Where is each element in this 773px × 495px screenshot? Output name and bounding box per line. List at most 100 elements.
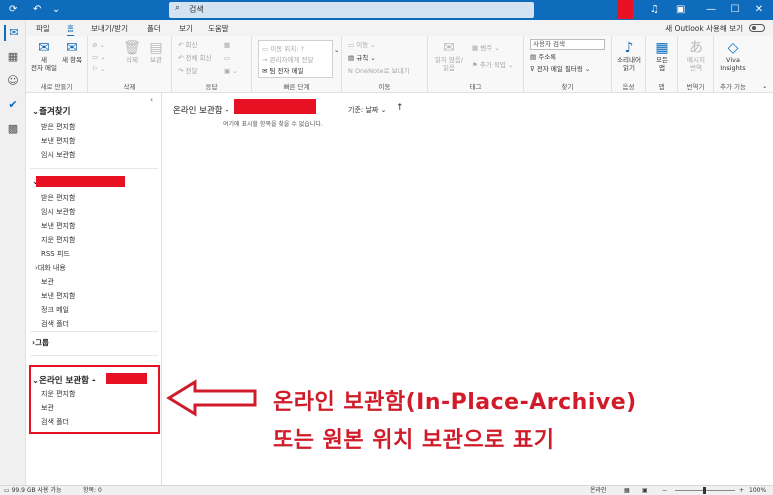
calendar-icon[interactable]: ▦ <box>4 49 22 65</box>
zoom-out-icon[interactable]: − <box>662 486 667 495</box>
zoom-slider-thumb[interactable] <box>703 487 706 494</box>
status-bar: ▭ 99.9 GB 사용 가능 항목: 0 온라인 ▦ ▣ − + 100% <box>0 485 773 495</box>
qs-move-to[interactable]: ▭ 이동 위치: ? <box>262 43 304 53</box>
reply-button[interactable]: ↶ 회신 <box>178 41 197 50</box>
rules-button[interactable]: ▤ 규칙 ⌄ <box>348 54 376 63</box>
normal-view-icon[interactable]: ▦ <box>624 486 630 495</box>
ribbon-collapse-icon[interactable]: ⌄ <box>762 82 767 91</box>
folder-deleted[interactable]: 지운 편지함 <box>41 235 75 245</box>
tab-send-receive[interactable]: 보내기/받기 <box>91 23 128 34</box>
favorites-header-label: 즐겨찾기 <box>39 107 71 117</box>
filter-email-label: 전자 메일 필터링 <box>536 65 583 73</box>
onenote-button[interactable]: N OneNote로 보내기 <box>348 67 410 76</box>
ribbon-group-find: 사용자 검색 ▤ 주소록 ⊽ 전자 메일 필터링 ⌄ 찾기 <box>524 36 612 93</box>
new-outlook-label: 새 Outlook 사용해 보기 <box>665 24 743 33</box>
sort-direction-icon[interactable]: ↑ <box>396 103 404 113</box>
maximize-button[interactable]: ☐ <box>724 1 746 19</box>
filter-email-button[interactable]: ⊽ 전자 메일 필터링 ⌄ <box>530 65 590 74</box>
folder-rss[interactable]: RSS 피드 <box>41 249 70 259</box>
sort-dropdown[interactable]: 기준: 날짜 ⌄ <box>348 105 386 115</box>
apps-icon[interactable]: ▩ <box>4 121 22 137</box>
viva-insights-button[interactable]: ◇ Viva Insights <box>716 40 750 72</box>
tab-view[interactable]: 보기 <box>179 23 193 34</box>
speaker-icon: ♪ <box>624 40 634 56</box>
folder-favorites-inbox[interactable]: 받은 편지함 <box>41 122 75 132</box>
search-input[interactable]: ⌕ 검색 <box>169 2 534 18</box>
zoom-in-icon[interactable]: + <box>739 486 744 495</box>
quick-access-dropdown-icon[interactable]: ⌄ <box>52 3 60 17</box>
address-book-button[interactable]: ▤ 주소록 <box>530 53 556 62</box>
tab-folder[interactable]: 폴더 <box>147 23 161 34</box>
junk-icon[interactable]: ⚐ ⌄ <box>92 65 105 74</box>
coming-soon-icon[interactable]: ▣ <box>676 3 685 17</box>
all-apps-label: 모든 앱 <box>656 56 668 72</box>
unread-read-button[interactable]: ✉ 읽지 않음/ 읽음 <box>430 40 468 72</box>
minimize-button[interactable]: — <box>700 1 722 19</box>
all-apps-button[interactable]: ▦ 모든 앱 <box>648 40 676 72</box>
followup-button[interactable]: ⚑ 추가 작업 ⌄ <box>472 61 513 70</box>
tab-home[interactable]: 홈 <box>67 23 74 36</box>
ribbon-group-voice: ♪ 소리내어 읽기 음성 <box>612 36 646 93</box>
folder-search-folders[interactable]: 검색 폴더 <box>41 319 69 329</box>
archive-button[interactable]: ▤ 보관 <box>144 40 168 64</box>
folder-inbox[interactable]: 받은 편지함 <box>41 193 75 203</box>
folder-junk[interactable]: 정크 메일 <box>41 305 69 315</box>
reply-all-button[interactable]: ↶ 전체 회신 <box>178 54 212 63</box>
group-label-quick-steps: 빠른 단계 <box>283 83 310 91</box>
todo-icon[interactable]: ✔ <box>4 97 22 113</box>
meeting-icon[interactable]: ▦ <box>224 41 230 50</box>
translate-button[interactable]: あ 메시지 번역 <box>680 40 712 72</box>
envelope-icon: ✉ <box>38 40 50 56</box>
search-people-input[interactable]: 사용자 검색 <box>530 39 605 50</box>
new-items-button[interactable]: ✉ 새 항목 <box>58 40 86 64</box>
read-aloud-label: 소리내어 읽기 <box>617 56 641 72</box>
read-aloud-button[interactable]: ♪ 소리내어 읽기 <box>614 40 644 72</box>
group-label-move: 이동 <box>378 83 391 91</box>
move-button[interactable]: ▭ 이동 ⌄ <box>348 41 376 50</box>
reply-all-label: 전체 회신 <box>185 54 212 62</box>
forward-button[interactable]: ↷ 전달 <box>178 67 197 76</box>
ignore-icon[interactable]: ⊘ ⌄ <box>92 41 105 50</box>
reading-view-icon[interactable]: ▣ <box>642 486 648 495</box>
ribbon-group-delete: ⊘ ⌄ ▭ ⌄ ⚐ ⌄ 🗑 삭제 ▤ 보관 삭제 <box>88 36 172 93</box>
tab-file[interactable]: 파일 <box>36 23 50 34</box>
new-items-label: 새 항목 <box>61 56 82 64</box>
divider <box>30 355 158 356</box>
folder-favorites-sent[interactable]: 보낸 편지함 <box>41 136 75 146</box>
zoom-level[interactable]: 100% <box>749 486 766 495</box>
group-label-respond: 응답 <box>205 83 218 91</box>
sync-icon[interactable]: ⟳ <box>9 3 17 17</box>
group-label-voice: 음성 <box>622 83 635 91</box>
list-title: 온라인 보관함 - <box>173 106 229 116</box>
search-placeholder: 검색 <box>189 5 204 14</box>
new-outlook-toggle[interactable] <box>749 24 765 32</box>
quick-steps-scroll-icon[interactable]: ⌄ <box>334 46 339 55</box>
folder-sent[interactable]: 보낸 편지함 <box>41 221 75 231</box>
cleanup-icon[interactable]: ▭ ⌄ <box>92 53 106 62</box>
mail-icon[interactable]: ✉ <box>4 25 22 41</box>
delete-button[interactable]: 🗑 삭제 <box>120 40 144 64</box>
qs-to-manager[interactable]: → 관리자에게 전달 <box>262 54 313 64</box>
qs-team-email[interactable]: ✉ 팀 전자 메일 <box>262 65 304 75</box>
ribbon-tabs: 파일 홈 보내기/받기 폴더 보기 도움말 새 Outlook 사용해 보기 <box>0 20 773 36</box>
im-icon[interactable]: ▭ <box>224 54 230 63</box>
undo-icon[interactable]: ↶ <box>33 3 41 17</box>
people-icon[interactable]: ☺ <box>4 73 22 89</box>
new-email-button[interactable]: ✉ 새 전자 메일 <box>30 40 58 72</box>
tab-help[interactable]: 도움말 <box>208 23 229 34</box>
categorize-button[interactable]: ▦ 범주 ⌄ <box>472 44 500 53</box>
favorites-header[interactable]: ⌄즐겨찾기 <box>32 105 70 117</box>
folder-archive[interactable]: 보관 <box>41 277 54 287</box>
groups-header[interactable]: ›그룹 <box>32 337 49 348</box>
bell-icon[interactable]: ♫ <box>650 3 659 17</box>
close-button[interactable]: ✕ <box>748 1 770 19</box>
folder-drafts[interactable]: 임시 보관함 <box>41 207 75 217</box>
more-respond-icon[interactable]: ▣ ⌄ <box>224 67 238 76</box>
chevron-left-icon[interactable]: ‹ <box>150 95 153 104</box>
groups-header-label: 그룹 <box>35 338 49 347</box>
folder-favorites-drafts[interactable]: 임시 보관함 <box>41 150 75 160</box>
folder-outbox[interactable]: 보낸 편지함 <box>41 291 75 301</box>
folder-conversation-history[interactable]: ›대화 내용 <box>35 263 66 273</box>
folder-pane: ‹ ⌄즐겨찾기 받은 편지함 보낸 편지함 임시 보관함 ⌄ 받은 편지함 임시… <box>26 93 162 485</box>
delete-label: 삭제 <box>126 56 138 64</box>
